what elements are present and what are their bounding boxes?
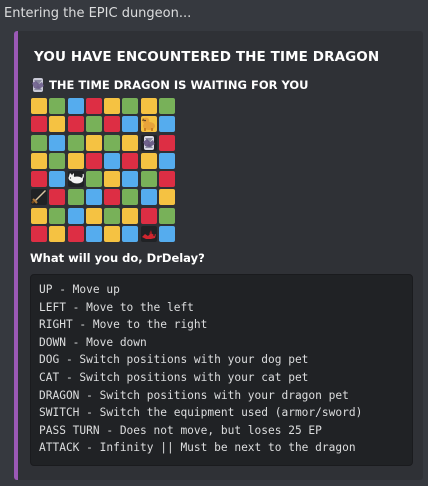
board-tile [122,116,139,133]
board-tile [49,134,66,151]
command-line: CAT - Switch positions with your cat pet [39,370,309,384]
board-tile [140,116,157,133]
board-tile [49,225,66,242]
board-tile [67,189,84,206]
board-tile [49,98,66,114]
board-tile [122,171,139,187]
board-tile [67,98,84,114]
command-line: LEFT - Move to the left [39,300,194,314]
board-tile [104,116,120,133]
board-tile [31,207,47,224]
board-tile [158,207,175,224]
board-tile [122,134,139,151]
board-tile [67,171,84,187]
board-tile [140,98,157,114]
board-tile [49,152,66,169]
board-tile [140,225,157,242]
board-tile [158,225,175,242]
board-tile [122,189,139,206]
board-tile [140,171,157,187]
board-tile [104,152,120,169]
board-tile [85,116,102,133]
board-tile [85,134,102,151]
board-tile [67,134,84,151]
board-tile [104,171,120,187]
command-line: SWITCH - Switch the equipment used (armo… [39,406,363,420]
command-line: DOWN - Move down [39,335,147,349]
board-tile [85,171,102,187]
time-dragon-icon [30,77,46,93]
board-tile [104,207,120,224]
board-tile [122,225,139,242]
board-tile [31,134,47,151]
embed-title: YOU HAVE ENCOUNTERED THE TIME DRAGON [34,49,380,65]
board-tile [140,134,157,151]
board-tile [104,134,120,151]
board-tile [85,225,102,242]
board-tile [67,225,84,242]
board-tile [67,152,84,169]
command-line: DRAGON - Switch positions with your drag… [39,388,349,402]
subtitle-text: THE TIME DRAGON IS WAITING FOR YOU [49,78,309,92]
board-tile [122,98,139,114]
command-line: UP - Move up [39,283,120,296]
embed-card: YOU HAVE ENCOUNTERED THE TIME DRAGON THE… [14,31,423,480]
board-tile [158,189,175,206]
board-tile [122,152,139,169]
board-tile [31,116,47,133]
action-prompt: What will you do, DrDelay? [30,251,205,265]
command-line: ATTACK - Infinity || Must be next to the… [39,441,356,455]
board-tile [49,207,66,224]
board-tile [31,152,47,169]
board-tile [140,207,157,224]
board-tile [158,171,175,187]
board-tile [31,171,47,187]
dungeon-board [30,97,176,243]
board-tile [67,207,84,224]
board-tile [104,189,120,206]
board-tile [158,116,175,133]
board-tile [140,189,157,206]
board-tile [122,207,139,224]
embed-subtitle: THE TIME DRAGON IS WAITING FOR YOU [30,77,309,93]
command-line: PASS TURN - Does not move, but loses 25 … [39,423,322,437]
board-tile [85,207,102,224]
command-line: DOG - Switch positions with your dog pet [39,353,309,367]
board-tile [85,189,102,206]
board-tile [158,152,175,169]
message-text: Entering the EPIC dungeon... [4,6,192,21]
board-tile [158,134,175,151]
board-tile [31,225,47,242]
command-line: RIGHT - Move to the right [39,318,208,332]
board-tile [31,98,47,114]
board-tile [49,189,66,206]
board-tile [140,152,157,169]
board-tile [104,225,120,242]
board-tile [49,171,66,187]
board-tile [104,98,120,114]
board-tile [67,116,84,133]
board-tile [85,152,102,169]
board-tile [158,98,175,114]
command-list: UP - Move up LEFT - Move to the left RIGHT… [30,274,413,466]
board-tile [49,116,66,133]
board-tile [85,98,102,114]
board-tile [31,189,47,206]
